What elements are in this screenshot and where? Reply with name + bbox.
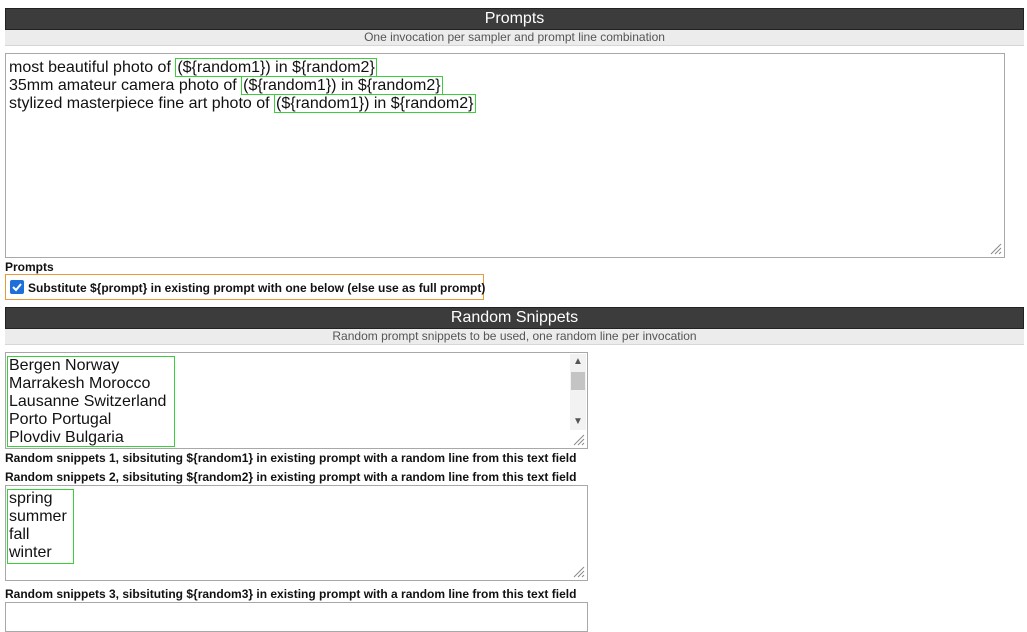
checkmark-icon	[12, 283, 22, 292]
snippet-1-line-5: Plovdiv Bulgaria	[9, 429, 124, 446]
prompts-textarea[interactable]: most beautiful photo of (${random1}) in …	[5, 53, 1005, 258]
random-snippets-1-textarea[interactable]: Bergen Norway Marrakesh Morocco Lausanne…	[5, 352, 588, 449]
random-snippets-3-textarea[interactable]	[5, 602, 588, 632]
prompts-section-header: Prompts	[5, 8, 1024, 30]
resize-grip-icon[interactable]	[990, 243, 1002, 255]
snippet-1-line-3: Lausanne Switzerland	[9, 393, 167, 410]
prompt-line-2-placeholder: (${random1}) in ${random2}	[241, 76, 443, 95]
prompt-line-1: most beautiful photo of (${random1}) in …	[9, 58, 377, 77]
snippet-1-line-1: Bergen Norway	[9, 357, 120, 374]
resize-grip-icon[interactable]	[573, 434, 585, 446]
random-snippets-subtitle-text: Random prompt snippets to be used, one r…	[332, 329, 697, 343]
snippet-2-line-3: fall	[9, 526, 30, 543]
prompts-section-subtitle: One invocation per sampler and prompt li…	[5, 30, 1024, 46]
prompts-field-label: Prompts	[5, 260, 54, 274]
prompt-line-3: stylized masterpiece fine art photo of (…	[9, 94, 476, 113]
prompt-line-1-placeholder: (${random1}) in ${random2}	[175, 58, 377, 77]
prompt-line-2: 35mm amateur camera photo of (${random1}…	[9, 76, 443, 95]
snippet-2-line-4: winter	[9, 544, 52, 561]
snippets-1-scrollbar[interactable]: ▲ ▼	[570, 354, 586, 430]
snippet-1-line-4: Porto Portugal	[9, 411, 112, 428]
random-snippets-1-label: Random snippets 1, sibsituting ${random1…	[5, 451, 577, 465]
snippet-2-line-2: summer	[9, 508, 67, 525]
snippet-2-line-1: spring	[9, 490, 53, 507]
scroll-thumb[interactable]	[571, 372, 585, 390]
substitute-prompt-option[interactable]: Substitute ${prompt} in existing prompt …	[5, 274, 486, 300]
substitute-prompt-label: Substitute ${prompt} in existing prompt …	[28, 281, 486, 295]
prompt-line-1-text: most beautiful photo of	[9, 59, 176, 76]
prompts-subtitle-text: One invocation per sampler and prompt li…	[364, 30, 665, 44]
prompts-section-title: Prompts	[484, 10, 545, 27]
prompt-line-3-text: stylized masterpiece fine art photo of	[9, 95, 275, 112]
random-snippets-2-label: Random snippets 2, sibsituting ${random2…	[5, 470, 577, 484]
random-snippets-3-label: Random snippets 3, sibsituting ${random3…	[5, 587, 577, 601]
random-snippets-section-header: Random Snippets	[5, 307, 1024, 329]
prompt-line-3-placeholder: (${random1}) in ${random2}	[274, 94, 476, 113]
resize-grip-icon[interactable]	[573, 566, 585, 578]
snippet-1-line-2: Marrakesh Morocco	[9, 375, 151, 392]
random-snippets-2-textarea[interactable]: spring summer fall winter	[5, 485, 588, 581]
scroll-up-icon[interactable]: ▲	[570, 354, 586, 370]
scroll-down-icon[interactable]: ▼	[570, 414, 586, 430]
random-snippets-title: Random Snippets	[450, 309, 579, 326]
random-snippets-subtitle: Random prompt snippets to be used, one r…	[5, 329, 1024, 345]
prompt-line-2-text: 35mm amateur camera photo of	[9, 77, 242, 94]
substitute-prompt-checkbox[interactable]	[10, 280, 24, 294]
